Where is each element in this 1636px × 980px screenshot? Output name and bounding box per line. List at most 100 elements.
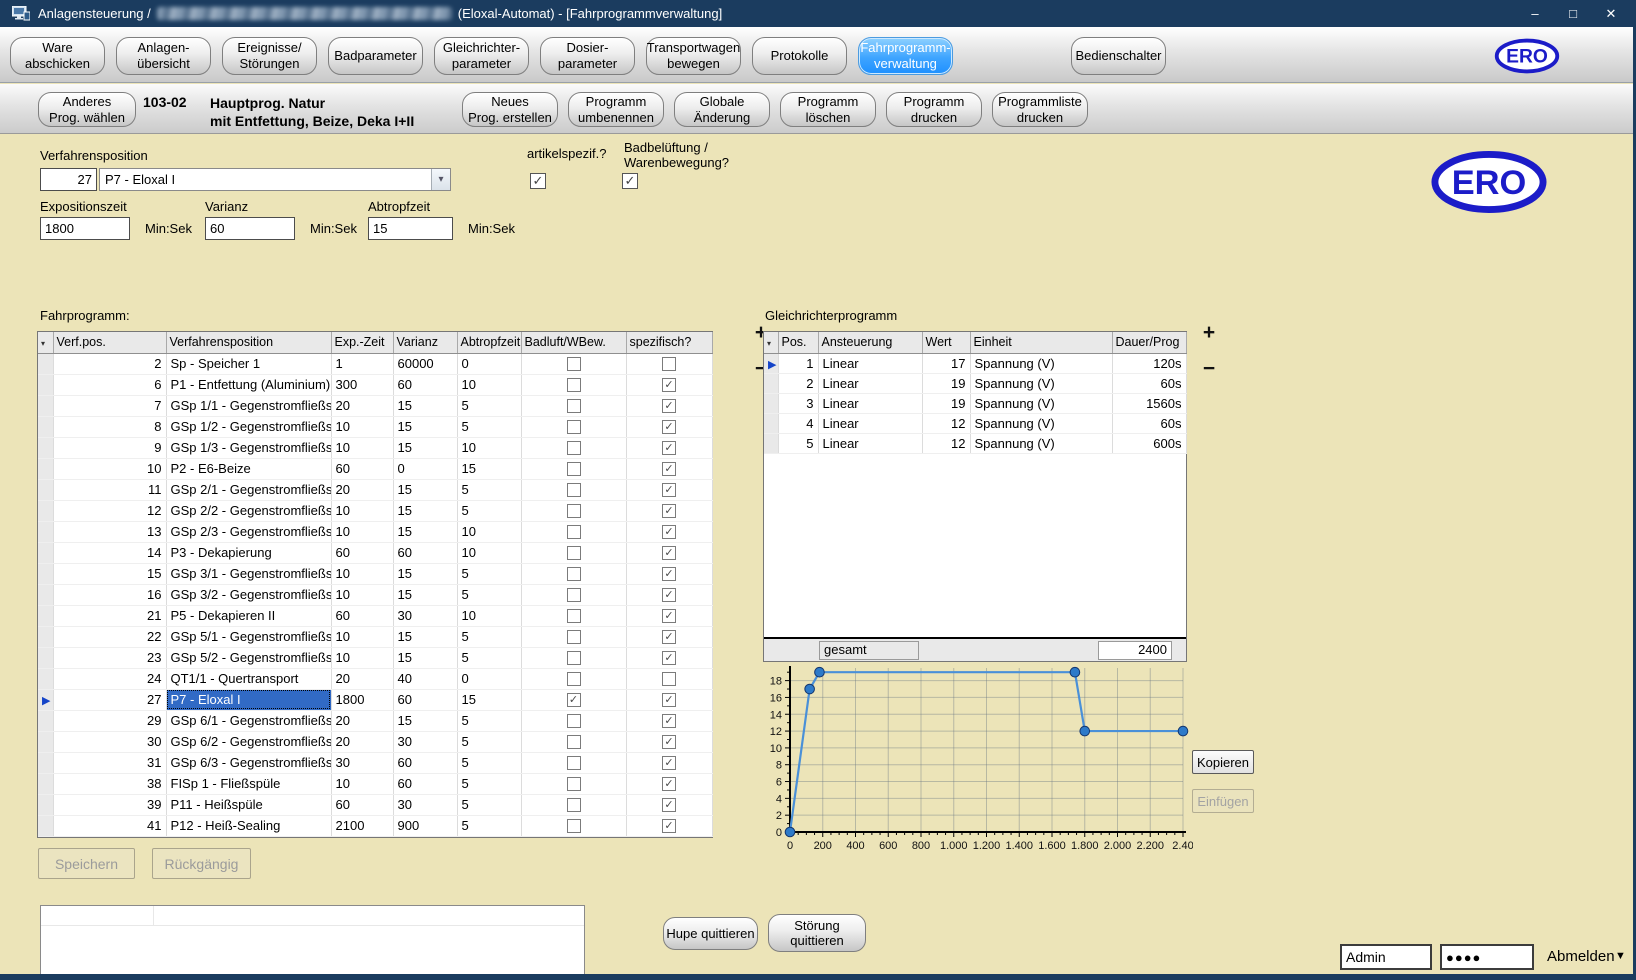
close-icon[interactable]: ✕ [1592,0,1630,27]
spezifisch-checkbox[interactable]: ✓ [662,504,676,518]
cell-pos[interactable]: 5 [778,433,818,453]
badluft-checkbox[interactable] [567,357,581,371]
cell-exp[interactable]: 20 [331,479,393,500]
cell-ansteuerung[interactable]: Linear [818,413,922,433]
cell-exp[interactable]: 10 [331,521,393,542]
cell-pos[interactable]: 15 [53,563,166,584]
spezifisch-checkbox[interactable]: ✓ [662,462,676,476]
spezifisch-checkbox[interactable]: ✓ [662,441,676,455]
cell-einheit[interactable]: Spannung (V) [970,433,1112,453]
cell-badluft[interactable] [521,563,626,584]
cell-varianz[interactable]: 15 [393,521,457,542]
cell-spezifisch[interactable]: ✓ [626,647,712,668]
cell-exp[interactable]: 1 [331,353,393,374]
cell-name[interactable]: GSp 1/2 - Gegenstromfließspüle [166,416,331,437]
cell-exp[interactable]: 10 [331,437,393,458]
cell-name[interactable]: GSp 2/2 - Gegenstromfließspüle [166,500,331,521]
cell-spezifisch[interactable]: ✓ [626,437,712,458]
spezifisch-checkbox[interactable]: ✓ [662,756,676,770]
programm-drucken-button[interactable]: Programm drucken [886,92,982,127]
row-selector[interactable] [38,584,53,605]
cell-pos[interactable]: 39 [53,794,166,815]
cell-pos[interactable]: 6 [53,374,166,395]
cell-varianz[interactable]: 60000 [393,353,457,374]
cell-spezifisch[interactable]: ✓ [626,605,712,626]
cell-pos[interactable]: 21 [53,605,166,626]
spezifisch-checkbox[interactable]: ✓ [662,693,676,707]
row-selector[interactable] [38,395,53,416]
cell-name[interactable]: GSp 1/3 - Gegenstromfließspüle [166,437,331,458]
cell-pos[interactable]: 14 [53,542,166,563]
cell-name[interactable]: GSp 3/2 - Gegenstromfließspüle [166,584,331,605]
cell-name[interactable]: P3 - Dekapierung [166,542,331,563]
row-selector[interactable] [38,374,53,395]
spezifisch-checkbox[interactable]: ✓ [662,546,676,560]
tab-bedienschalter[interactable]: Bedienschalter [1071,37,1166,75]
cell-badluft[interactable] [521,521,626,542]
spezifisch-checkbox[interactable]: ✓ [662,588,676,602]
table-row[interactable]: 38FISp 1 - Fließspüle10605✓ [38,773,712,794]
cell-abtropf[interactable]: 10 [457,521,521,542]
cell-spezifisch[interactable] [626,353,712,374]
password-field[interactable] [1440,944,1534,970]
row-selector[interactable] [764,373,778,393]
cell-pos[interactable]: 30 [53,731,166,752]
table-row[interactable]: 11GSp 2/1 - Gegenstromfließspüle20155✓ [38,479,712,500]
column-header[interactable]: Wert [922,332,970,353]
cell-exp[interactable]: 60 [331,605,393,626]
table-row[interactable]: 24QT1/1 - Quertransport20400 [38,668,712,689]
cell-pos[interactable]: 31 [53,752,166,773]
cell-pos[interactable]: 10 [53,458,166,479]
cell-wert[interactable]: 19 [922,393,970,413]
cell-exp[interactable]: 60 [331,458,393,479]
maximize-icon[interactable]: □ [1554,0,1592,27]
cell-exp[interactable]: 1800 [331,689,393,710]
cell-ansteuerung[interactable]: Linear [818,393,922,413]
cell-pos[interactable]: 3 [778,393,818,413]
gleichrichter-remove-button[interactable]: − [1198,358,1220,380]
abmelden-chevron-icon[interactable]: ▼ [1615,950,1626,962]
cell-badluft[interactable] [521,542,626,563]
cell-pos[interactable]: 41 [53,815,166,836]
row-selector[interactable] [38,542,53,563]
cell-dauer[interactable]: 60s [1112,373,1186,393]
cell-dauer[interactable]: 1560s [1112,393,1186,413]
badluft-checkbox[interactable] [567,630,581,644]
programm-löschen-button[interactable]: Programm löschen [780,92,876,127]
cell-name[interactable]: P5 - Dekapieren II [166,605,331,626]
cell-badluft[interactable] [521,605,626,626]
cell-name[interactable]: FISp 1 - Fließspüle [166,773,331,794]
table-row[interactable]: 39P11 - Heißspüle60305✓ [38,794,712,815]
cell-name[interactable]: GSp 6/2 - Gegenstromfließspüle [166,731,331,752]
cell-badluft[interactable] [521,773,626,794]
badluft-checkbox[interactable] [567,756,581,770]
badluft-checkbox[interactable] [567,819,581,833]
cell-spezifisch[interactable]: ✓ [626,794,712,815]
cell-varianz[interactable]: 40 [393,668,457,689]
gleichrichter-add-button[interactable]: + [1198,322,1220,344]
cell-varianz[interactable]: 60 [393,374,457,395]
cell-pos[interactable]: 38 [53,773,166,794]
cell-spezifisch[interactable]: ✓ [626,542,712,563]
cell-abtropf[interactable]: 5 [457,794,521,815]
cell-varianz[interactable]: 0 [393,458,457,479]
rueckgaengig-button[interactable]: Rückgängig [152,848,251,879]
cell-abtropf[interactable]: 10 [457,605,521,626]
cell-dauer[interactable]: 60s [1112,413,1186,433]
table-row[interactable]: 22GSp 5/1 - Gegenstromfließspüle10155✓ [38,626,712,647]
cell-exp[interactable]: 20 [331,668,393,689]
table-row[interactable]: 4Linear12Spannung (V)60s [764,413,1186,433]
cell-spezifisch[interactable]: ✓ [626,521,712,542]
cell-ansteuerung[interactable]: Linear [818,433,922,453]
abmelden-button[interactable]: Abmelden [1547,948,1615,965]
column-header[interactable]: Pos. [778,332,818,353]
column-header[interactable]: spezifisch? [626,332,712,353]
cell-spezifisch[interactable]: ✓ [626,689,712,710]
cell-spezifisch[interactable]: ✓ [626,710,712,731]
cell-spezifisch[interactable]: ✓ [626,374,712,395]
row-selector[interactable] [38,605,53,626]
tab-dosier-parameter[interactable]: Dosier- parameter [540,37,635,75]
row-selector[interactable] [38,479,53,500]
verfahrensposition-number-input[interactable] [40,168,97,191]
cell-abtropf[interactable]: 5 [457,626,521,647]
